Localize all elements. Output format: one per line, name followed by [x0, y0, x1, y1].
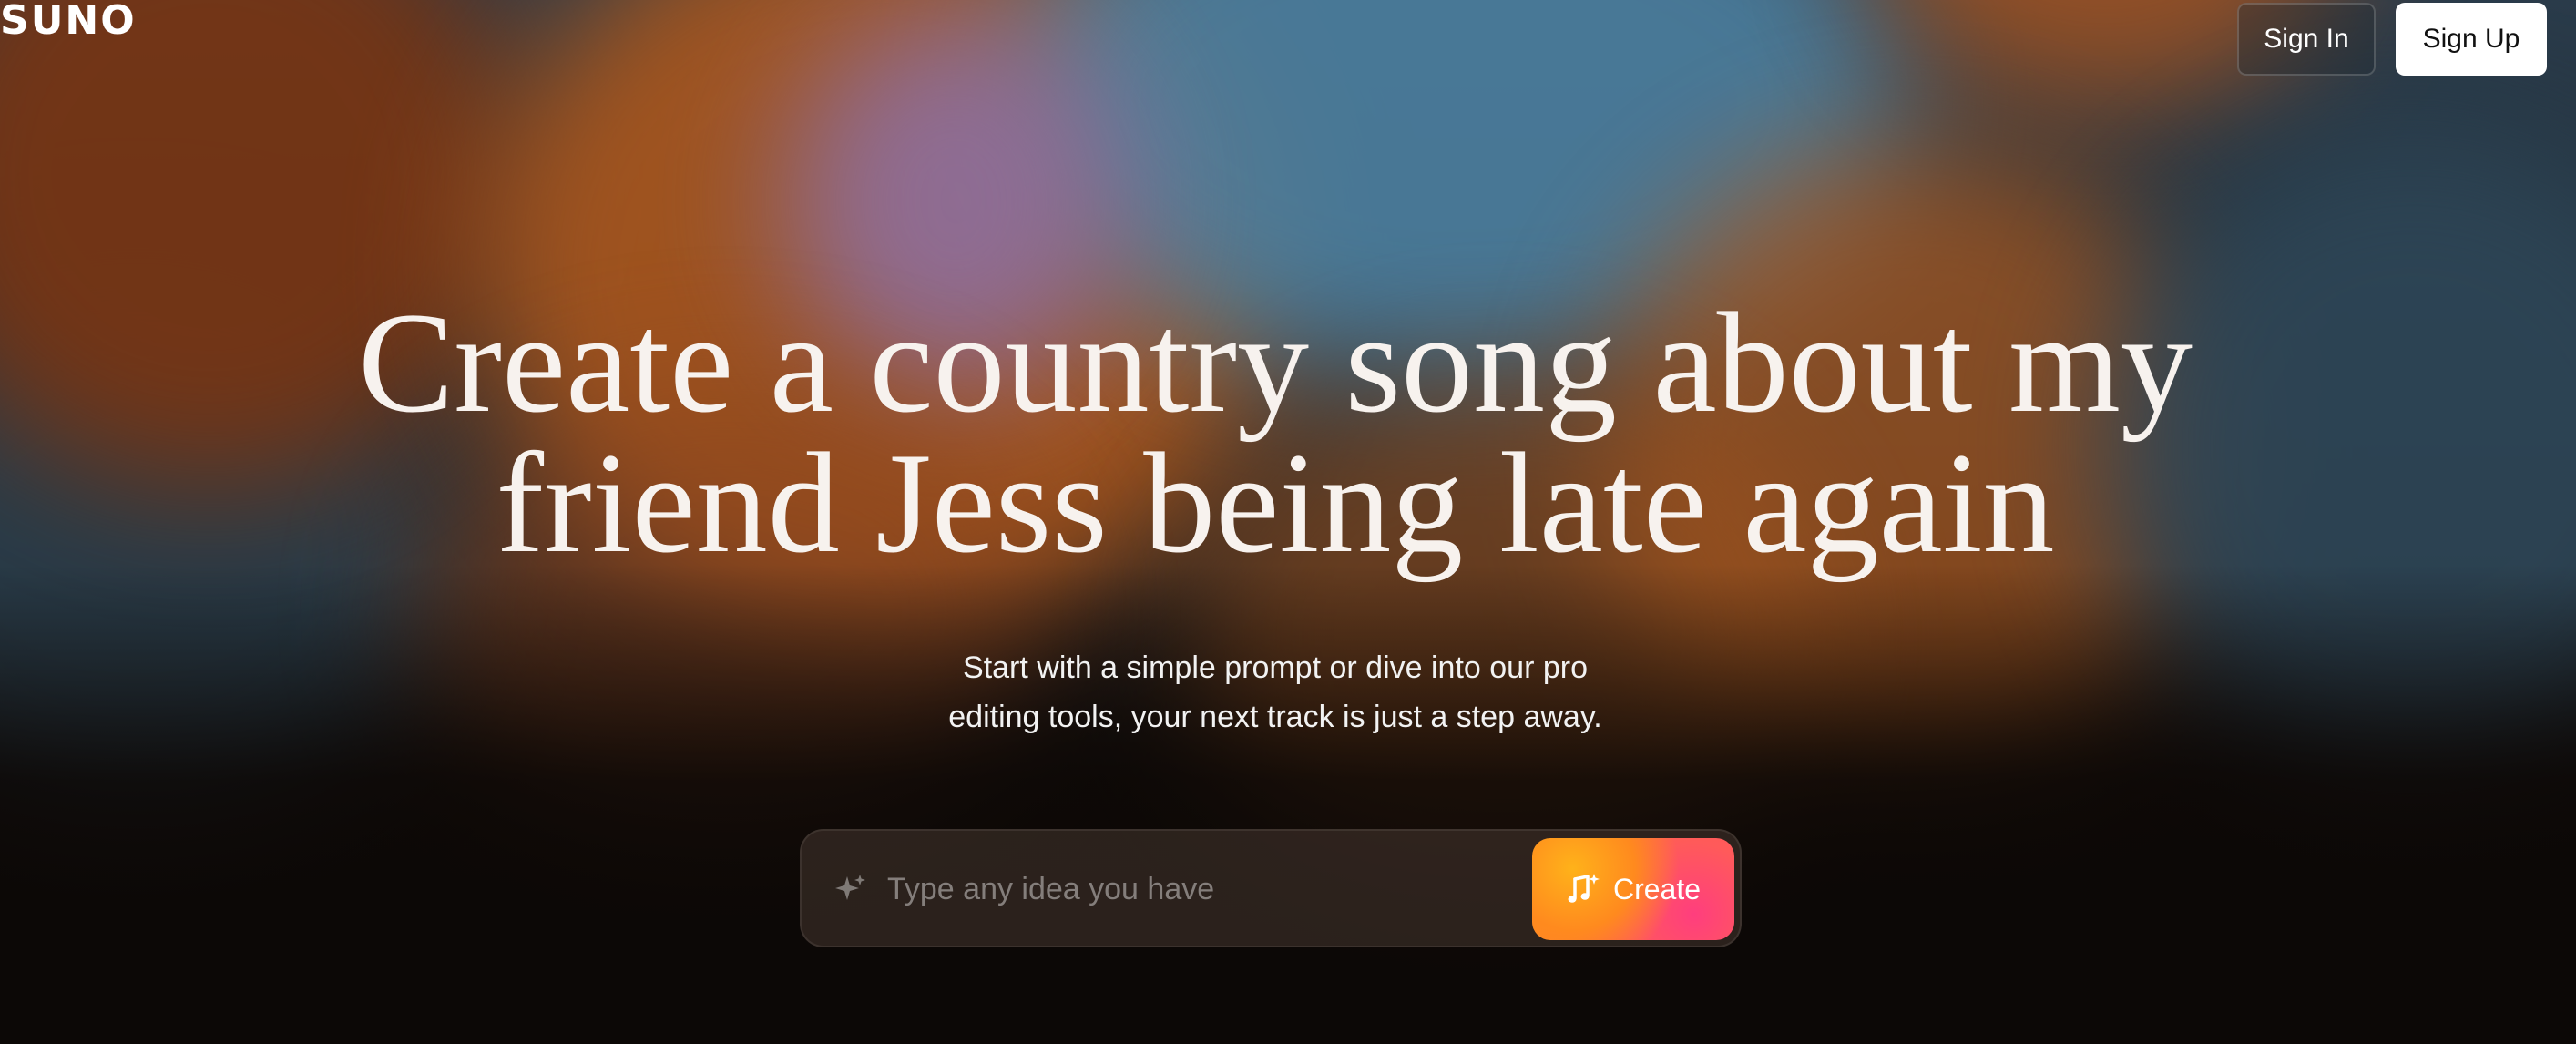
sparkle-icon	[835, 875, 865, 900]
subtext-line-2: editing tools, your next track is just a…	[948, 700, 1602, 734]
hero-subtext: Start with a simple prompt or dive into …	[820, 643, 1731, 742]
sign-up-button[interactable]: Sign Up	[2396, 3, 2547, 76]
sign-in-button[interactable]: Sign In	[2237, 3, 2376, 76]
headline-line-2: friend Jess being late again	[496, 424, 2055, 583]
suno-logo[interactable]: SUNO	[0, 0, 137, 42]
headline-line-1: Create a country song about my	[358, 283, 2193, 443]
hero-headline: Create a country song about my friend Je…	[273, 292, 2277, 576]
prompt-input[interactable]	[885, 856, 1399, 922]
music-note-plus-icon	[1568, 874, 1600, 903]
subtext-line-1: Start with a simple prompt or dive into …	[963, 650, 1588, 685]
create-button[interactable]: Create	[1532, 838, 1734, 940]
prompt-bar: Create	[800, 829, 1742, 947]
create-button-label: Create	[1612, 872, 1702, 906]
